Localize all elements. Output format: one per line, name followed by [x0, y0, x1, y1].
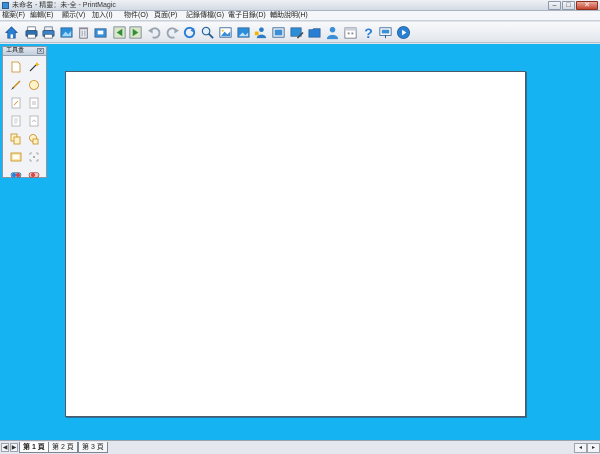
wand-icon[interactable]: [27, 60, 41, 74]
tab-page-3[interactable]: 第 3 頁: [78, 442, 108, 453]
menu-record[interactable]: 記錄傳檔(G): [184, 11, 226, 20]
page-canvas[interactable]: [65, 71, 526, 417]
slide-icon[interactable]: [92, 24, 109, 41]
tab-prev-button[interactable]: ◀: [1, 443, 9, 452]
menu-help[interactable]: 輔助說明(H): [268, 11, 310, 20]
undo-icon[interactable]: [146, 24, 163, 41]
rotate-icon[interactable]: [181, 24, 198, 41]
page-c-icon[interactable]: [9, 114, 23, 128]
page-tab-bar: ◀ ▶ 第 1 頁 第 2 頁 第 3 頁 ◂ ▸: [0, 440, 600, 454]
presentation-icon[interactable]: [377, 24, 394, 41]
person-icon[interactable]: [324, 24, 341, 41]
user-group-icon[interactable]: [252, 24, 269, 41]
print-icon[interactable]: [23, 24, 40, 41]
photo-edit-icon[interactable]: [288, 24, 305, 41]
play-icon[interactable]: [395, 24, 412, 41]
frame-icon[interactable]: [9, 150, 23, 164]
minimize-button[interactable]: –: [548, 1, 561, 10]
calendar-icon[interactable]: [342, 24, 359, 41]
toolbox-close-button[interactable]: x: [37, 48, 44, 54]
menu-view[interactable]: 顯示(V): [60, 11, 90, 20]
toolbox-title-bar[interactable]: 工具盒 x: [3, 47, 46, 56]
maximize-button[interactable]: □: [562, 1, 575, 10]
help-icon[interactable]: ?: [360, 24, 377, 41]
title-bar: 未命名 - 精靈：未-全 - PrintMagic – □ ✕: [0, 0, 600, 11]
page-b-icon[interactable]: [27, 96, 41, 110]
toolbox-panel: 工具盒 x: [2, 46, 47, 178]
window-title: 未命名 - 精靈：未-全 - PrintMagic: [12, 2, 116, 9]
app-icon: [2, 2, 9, 9]
trash-icon[interactable]: [75, 24, 92, 41]
tab-next-button[interactable]: ▶: [10, 443, 18, 452]
folder-icon[interactable]: [306, 24, 323, 41]
scroll-left-button[interactable]: ◂: [574, 443, 587, 453]
edit-image-icon[interactable]: [217, 24, 234, 41]
menu-catalog[interactable]: 電子目錄(D): [226, 11, 268, 20]
menu-file[interactable]: 檔案(F): [0, 11, 28, 20]
page-d-icon[interactable]: [27, 114, 41, 128]
main-toolbar: ?: [0, 22, 600, 43]
shapes-icon[interactable]: [27, 132, 41, 146]
next-page-icon[interactable]: [127, 24, 144, 41]
zoom-icon[interactable]: [199, 24, 216, 41]
menu-edit[interactable]: 編輯(E): [28, 11, 60, 20]
window-controls: – □ ✕: [547, 1, 598, 10]
menu-object[interactable]: 物件(O): [122, 11, 152, 20]
toolbox-title: 工具盒: [6, 48, 25, 54]
previous-page-icon[interactable]: [111, 24, 128, 41]
horizontal-scroll: ◂ ▸: [574, 443, 600, 453]
app-window: 未命名 - 精靈：未-全 - PrintMagic – □ ✕ 檔案(F) 編輯…: [0, 0, 600, 454]
tab-page-2[interactable]: 第 2 頁: [48, 442, 78, 453]
workspace: [0, 44, 600, 440]
toggle-blue-icon[interactable]: [9, 168, 23, 182]
photo-frame-icon[interactable]: [270, 24, 287, 41]
menu-page[interactable]: 頁面(P): [152, 11, 184, 20]
picture-icon[interactable]: [235, 24, 252, 41]
image-settings-icon[interactable]: [58, 24, 75, 41]
copy-icon[interactable]: [9, 132, 23, 146]
brush-icon[interactable]: [9, 78, 23, 92]
toggle-red-icon[interactable]: [27, 168, 41, 182]
menu-insert[interactable]: 加入(I): [90, 11, 122, 20]
tab-page-1[interactable]: 第 1 頁: [19, 442, 49, 453]
scroll-right-button[interactable]: ▸: [587, 443, 600, 453]
menu-bar: 檔案(F) 編輯(E) 顯示(V) 加入(I) 物件(O) 頁面(P) 記錄傳檔…: [0, 11, 600, 21]
close-button[interactable]: ✕: [576, 1, 598, 10]
circle-icon[interactable]: [27, 78, 41, 92]
svg-text:?: ?: [364, 25, 373, 40]
grid-icon[interactable]: [27, 150, 41, 164]
printer-icon[interactable]: [40, 24, 57, 41]
new-page-icon[interactable]: [9, 60, 23, 74]
home-icon[interactable]: [3, 24, 20, 41]
page-a-icon[interactable]: [9, 96, 23, 110]
redo-icon[interactable]: [164, 24, 181, 41]
